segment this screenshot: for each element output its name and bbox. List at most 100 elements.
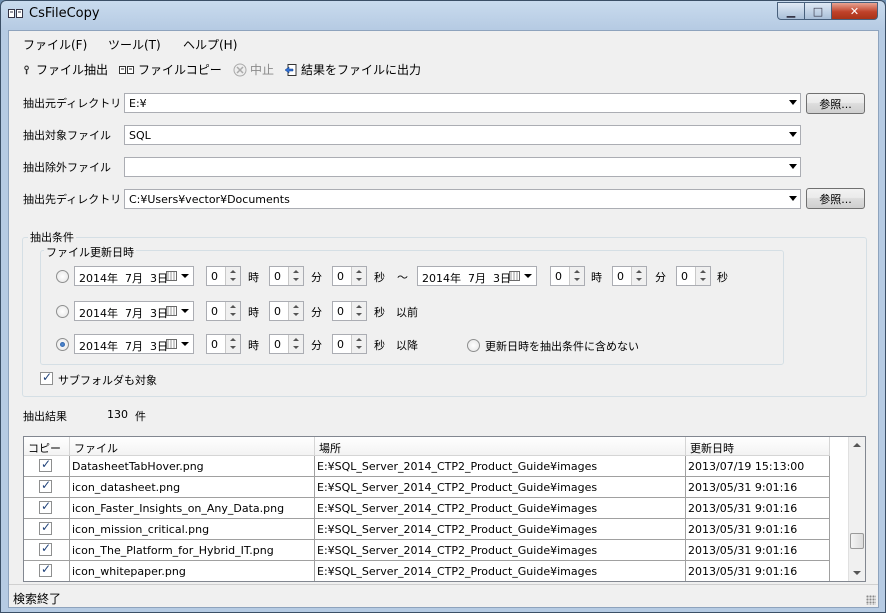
menu-help[interactable]: ヘルプ(H) [183,36,237,53]
after-radio[interactable] [56,338,69,351]
chevron-down-icon[interactable] [524,274,532,278]
stop-button[interactable]: 中止 [233,61,274,78]
spin-buttons[interactable] [225,335,240,353]
spin-buttons[interactable] [351,335,366,353]
chevron-down-icon[interactable] [181,274,189,278]
extract-button[interactable]: ファイル抽出 [23,61,108,78]
row-checkbox[interactable] [39,541,52,556]
spin-down-icon[interactable] [636,278,642,281]
close-button[interactable]: ✕ [831,2,878,20]
spin-up-icon[interactable] [356,270,362,273]
spin-up-icon[interactable] [356,338,362,341]
spin-buttons[interactable] [351,267,366,285]
range-from-hour[interactable]: 0 [206,266,241,286]
copy-files-button[interactable]: ファイルコピー [119,61,222,78]
table-row[interactable]: icon_Faster_Insights_on_Any_Data.png E:¥… [24,498,830,519]
row-checkbox[interactable] [39,562,52,577]
range-from-date[interactable]: 2014年 7月 3日 [74,266,194,286]
before-minute[interactable]: 0 [269,301,304,321]
spin-down-icon[interactable] [356,278,362,281]
col-location[interactable]: 場所 [315,437,686,456]
range-to-hour[interactable]: 0 [550,266,585,286]
spin-down-icon[interactable] [356,346,362,349]
calendar-icon[interactable] [166,339,177,349]
range-radio[interactable] [56,270,69,283]
maximize-button[interactable]: □ [804,2,832,20]
copy-cell[interactable] [24,561,70,581]
after-hour[interactable]: 0 [206,334,241,354]
table-row[interactable]: icon_datasheet.png E:¥SQL_Server_2014_CT… [24,477,830,498]
copy-cell[interactable] [24,498,70,519]
range-from-minute[interactable]: 0 [269,266,304,286]
spin-up-icon[interactable] [356,305,362,308]
after-second[interactable]: 0 [332,334,367,354]
spin-up-icon[interactable] [293,338,299,341]
results-grid[interactable]: コピー ファイル 場所 更新日時 DatasheetTabHover.png E… [23,436,866,582]
spin-down-icon[interactable] [293,313,299,316]
spin-buttons[interactable] [288,335,303,353]
menu-tools[interactable]: ツール(T) [108,36,161,53]
chevron-down-icon[interactable] [181,342,189,346]
row-checkbox[interactable] [39,478,52,493]
dest-dir-combo[interactable]: C:¥Users¥vector¥Documents [124,189,801,209]
chevron-down-icon[interactable] [789,164,797,169]
dest-browse-button[interactable]: 参照... [806,188,865,209]
table-row[interactable]: icon_mission_critical.png E:¥SQL_Server_… [24,519,830,540]
spin-down-icon[interactable] [293,278,299,281]
spin-down-icon[interactable] [293,346,299,349]
spin-down-icon[interactable] [356,313,362,316]
vertical-scrollbar[interactable] [848,437,865,581]
after-date[interactable]: 2014年 7月 3日 [74,334,194,354]
range-to-minute[interactable]: 0 [612,266,647,286]
menu-file[interactable]: ファイル(F) [23,36,87,53]
spin-buttons[interactable] [225,302,240,320]
target-files-combo[interactable]: SQL [124,125,801,145]
subfolders-checkbox[interactable] [40,370,53,385]
copy-cell[interactable] [24,456,70,477]
source-dir-combo[interactable]: E:¥ [124,93,801,113]
col-modified[interactable]: 更新日時 [686,437,830,456]
table-row[interactable]: DatasheetTabHover.png E:¥SQL_Server_2014… [24,456,830,477]
scroll-down-icon[interactable] [853,571,861,575]
spin-buttons[interactable] [351,302,366,320]
spin-down-icon[interactable] [574,278,580,281]
spin-up-icon[interactable] [230,305,236,308]
resize-grip-icon[interactable] [866,595,876,605]
chevron-down-icon[interactable] [789,196,797,201]
before-hour[interactable]: 0 [206,301,241,321]
minimize-button[interactable]: ▁ [777,2,805,20]
export-results-button[interactable]: 結果をファイルに出力 [284,61,421,78]
spin-down-icon[interactable] [230,346,236,349]
spin-up-icon[interactable] [230,270,236,273]
scroll-up-icon[interactable] [853,443,861,447]
calendar-icon[interactable] [166,306,177,316]
row-checkbox[interactable] [39,520,52,535]
exclude-files-combo[interactable] [124,157,801,177]
table-row[interactable]: icon_The_Platform_for_Hybrid_IT.png E:¥S… [24,540,830,561]
calendar-icon[interactable] [166,271,177,281]
title-bar[interactable]: CsFileCopy ▁ □ ✕ [1,1,885,29]
copy-cell[interactable] [24,477,70,498]
spin-up-icon[interactable] [293,305,299,308]
after-minute[interactable]: 0 [269,334,304,354]
source-browse-button[interactable]: 参照... [806,93,865,114]
calendar-icon[interactable] [509,271,520,281]
row-checkbox[interactable] [39,499,52,514]
spin-buttons[interactable] [695,267,710,285]
spin-buttons[interactable] [288,302,303,320]
range-to-second[interactable]: 0 [676,266,711,286]
before-radio[interactable] [56,305,69,318]
spin-buttons[interactable] [569,267,584,285]
chevron-down-icon[interactable] [181,309,189,313]
spin-down-icon[interactable] [230,313,236,316]
no-date-radio[interactable] [467,339,480,352]
spin-up-icon[interactable] [293,270,299,273]
range-from-second[interactable]: 0 [332,266,367,286]
spin-buttons[interactable] [225,267,240,285]
spin-up-icon[interactable] [230,338,236,341]
col-file[interactable]: ファイル [70,437,315,456]
spin-up-icon[interactable] [574,270,580,273]
col-copy[interactable]: コピー [24,437,70,456]
spin-up-icon[interactable] [636,270,642,273]
spin-down-icon[interactable] [700,278,706,281]
